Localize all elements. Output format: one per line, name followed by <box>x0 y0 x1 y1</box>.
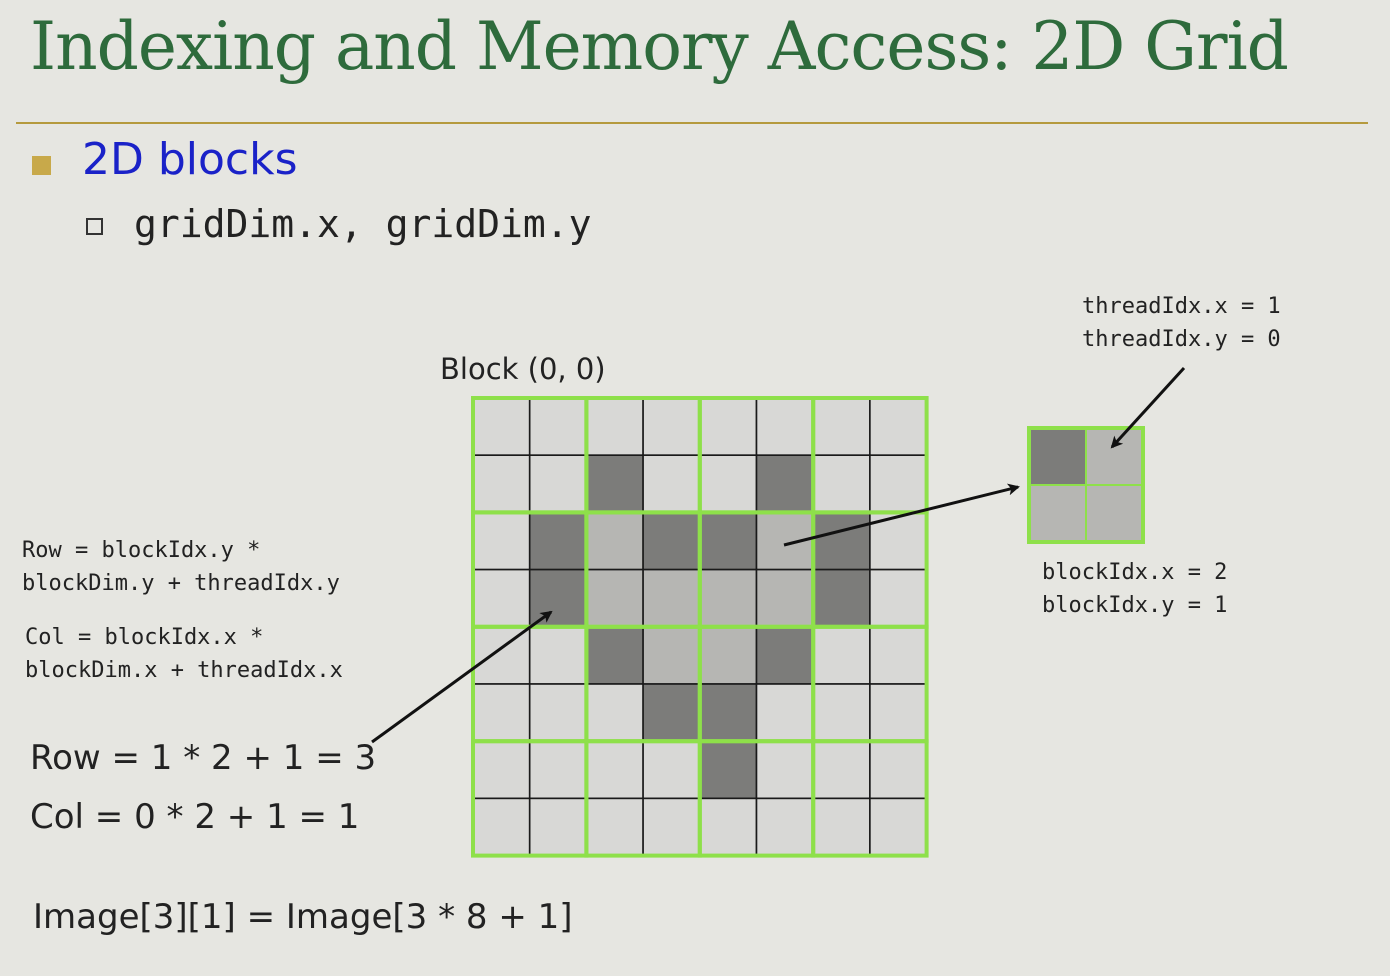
grid-diagram <box>371 366 1186 858</box>
grid-cell-r3-c5 <box>755 568 815 628</box>
grid-cell-r2-c2 <box>585 511 644 571</box>
grid-cell-r4-c1 <box>528 625 588 685</box>
grid-cell-r0-c2 <box>585 397 644 457</box>
grid-cell-r7-c6 <box>812 797 871 857</box>
grid-cell-r2-c3 <box>642 511 701 571</box>
grid-cell-r1-c7 <box>869 454 928 514</box>
grid-cell-r2-c6 <box>812 511 871 571</box>
grid-cell-r5-c2 <box>585 683 644 743</box>
grid-cell-r5-c6 <box>812 683 871 743</box>
grid-cell-r7-c1 <box>528 797 588 857</box>
grid-cell-r7-c5 <box>755 797 815 857</box>
grid-cell-r5-c4 <box>698 683 758 743</box>
grid-cell-r4-c4 <box>698 625 758 685</box>
grid-cell-r2-c1 <box>528 511 588 571</box>
grid-cell-r0-c0 <box>472 397 531 457</box>
grid-cell-r1-c5 <box>755 454 815 514</box>
grid-cell-r0-c5 <box>755 397 815 457</box>
grid-cell-r0-c1 <box>528 397 588 457</box>
grid-cell-r7-c2 <box>585 797 644 857</box>
grid-cell-r5-c3 <box>642 683 701 743</box>
grid-cell-r6-c3 <box>642 740 701 800</box>
grid-cell-r1-c4 <box>698 454 758 514</box>
grid-cell-r4-c5 <box>755 625 815 685</box>
grid-cell-r3-c4 <box>698 568 758 628</box>
grid-cell-r6-c0 <box>472 740 531 800</box>
thread-grid <box>471 396 929 858</box>
grid-cell-r6-c6 <box>812 740 871 800</box>
grid-cell-r3-c1 <box>528 568 588 628</box>
grid-cell-r6-c4 <box>698 740 758 800</box>
grid-cell-r6-c2 <box>585 740 644 800</box>
grid-cell-r1-c3 <box>642 454 701 514</box>
zoom-cell-r1-c1 <box>1085 484 1144 543</box>
grid-cell-r1-c0 <box>472 454 531 514</box>
zoom-cell-r1-c0 <box>1028 484 1087 543</box>
grid-cell-r4-c7 <box>869 625 928 685</box>
grid-cell-r3-c7 <box>869 568 928 628</box>
grid-cell-r2-c4 <box>698 511 758 571</box>
grid-cell-r0-c3 <box>642 397 701 457</box>
zoom-cell-r0-c1 <box>1085 427 1144 486</box>
grid-cell-r6-c7 <box>869 740 928 800</box>
grid-cell-r1-c1 <box>528 454 588 514</box>
grid-cell-r0-c4 <box>698 397 758 457</box>
arrow-to-thread <box>1110 366 1186 449</box>
grid-cell-r0-c6 <box>812 397 871 457</box>
grid-cell-r4-c2 <box>585 625 644 685</box>
zoomed-block <box>1027 426 1145 544</box>
grid-cell-r7-c7 <box>869 797 928 857</box>
grid-cell-r0-c7 <box>869 397 928 457</box>
zoom-cell-r0-c0 <box>1028 427 1087 486</box>
grid-cell-r6-c5 <box>755 740 815 800</box>
grid-cell-r7-c0 <box>472 797 531 857</box>
grid-cell-r4-c3 <box>642 625 701 685</box>
grid-cell-r4-c6 <box>812 625 871 685</box>
grid-cell-r5-c7 <box>869 683 928 743</box>
grid-cell-r7-c3 <box>642 797 701 857</box>
grid-cell-r6-c1 <box>528 740 588 800</box>
grid-cell-r5-c1 <box>528 683 588 743</box>
grid-cell-r5-c0 <box>472 683 531 743</box>
grid-cell-r7-c4 <box>698 797 758 857</box>
grid-cell-r1-c2 <box>585 454 644 514</box>
grid-cell-r3-c3 <box>642 568 701 628</box>
grid-cell-r3-c2 <box>585 568 644 628</box>
grid-cell-r3-c0 <box>472 568 531 628</box>
grid-cell-r3-c6 <box>812 568 871 628</box>
grid-cell-r1-c6 <box>812 454 871 514</box>
grid-cell-r2-c0 <box>472 511 531 571</box>
grid-cell-r5-c5 <box>755 683 815 743</box>
